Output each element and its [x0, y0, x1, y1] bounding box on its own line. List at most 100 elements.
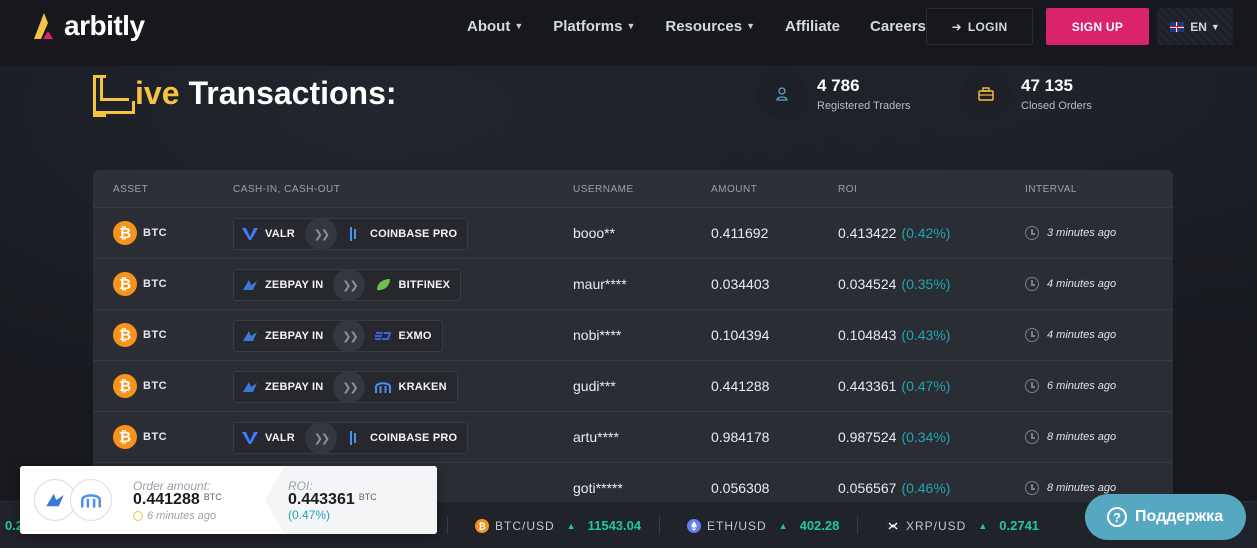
- chevron-down-icon: ▼: [514, 21, 524, 31]
- zebpay-icon: [243, 331, 257, 341]
- clock-icon: [1025, 328, 1039, 342]
- ticker-price: 402.28: [799, 518, 840, 533]
- nav-about-label: About: [467, 17, 511, 35]
- double-chevron-right-icon: ❯❯: [333, 269, 366, 301]
- stat-registered-traders: 4 786 Registered Traders: [757, 69, 911, 119]
- login-label: LOGIN: [967, 19, 1008, 34]
- nav-resources[interactable]: Resources ▼: [665, 18, 755, 35]
- roi-percent: (0.43%): [901, 327, 951, 343]
- coinbase-pro-icon: [349, 431, 356, 445]
- uk-flag-icon: [1170, 21, 1185, 32]
- interval-text: 4 minutes ago: [1047, 278, 1117, 290]
- exchange-from: ZEBPAY IN: [242, 380, 323, 394]
- column-header-interval: INTERVAL: [1025, 184, 1077, 195]
- roi-value: 0.034524: [838, 276, 897, 292]
- kraken-icon: [375, 382, 392, 393]
- briefcase-icon: [961, 69, 1011, 119]
- interval-text: 8 minutes ago: [1047, 482, 1117, 494]
- order-amount-unit: BTC: [203, 492, 222, 502]
- main-nav: About ▼ Platforms ▼ Resources ▼ Affiliat…: [467, 0, 956, 52]
- exchange-to-label: EXMO: [398, 330, 432, 342]
- username: maur****: [573, 276, 627, 292]
- asset-name: BTC: [143, 329, 168, 341]
- exchange-route: VALR ❯❯ COINBASE PRO: [233, 422, 469, 454]
- roi: 0.104843 (0.43%): [838, 327, 950, 343]
- amount: 0.411692: [711, 225, 769, 241]
- double-chevron-right-icon: ❯❯: [304, 218, 337, 250]
- stat-value: 4 786: [817, 76, 860, 95]
- roi-value: 0.104843: [838, 327, 897, 343]
- signup-label: SIGN UP: [1071, 19, 1124, 34]
- table-row: ₿ BTC VALR ❯❯ COINBASE PRO artu**** 0.98…: [93, 412, 1173, 463]
- clock-icon: [133, 511, 143, 521]
- double-chevron-right-icon: ❯❯: [304, 422, 337, 454]
- interval: 8 minutes ago: [1025, 430, 1116, 444]
- bitcoin-icon: ₿: [113, 374, 137, 398]
- transactions-table: ASSET CASH-IN, CASH-OUT USERNAME AMOUNT …: [93, 170, 1173, 510]
- amount: 0.034403: [711, 276, 770, 292]
- roi-percent: (0.47%): [288, 508, 331, 522]
- clock-icon: [1025, 430, 1039, 444]
- zebpay-icon: [243, 382, 257, 392]
- amount: 0.056308: [711, 480, 770, 496]
- bitfinex-icon: [377, 279, 391, 291]
- exchange-route: VALR ❯❯ COINBASE PRO: [233, 218, 469, 250]
- bitcoin-icon: ₿: [113, 323, 137, 347]
- stat-closed-orders: 47 135 Closed Orders: [961, 69, 1092, 119]
- valr-icon: [242, 228, 258, 240]
- nav-affiliate[interactable]: Affiliate: [785, 18, 840, 35]
- site-header: arbitly About ▼ Platforms ▼ Resources ▼ …: [0, 0, 1257, 66]
- order-notification-popup[interactable]: Order amount: 0.441288 BTC 6 minutes ago …: [20, 466, 437, 534]
- bitcoin-icon: ₿: [113, 272, 137, 296]
- valr-icon: [242, 432, 258, 444]
- ticker-item-eth: ETH/USD ▲ 402.28: [687, 518, 839, 533]
- roi-value: 0.987524: [838, 429, 897, 445]
- asset-name: BTC: [143, 227, 168, 239]
- section-title: ive Transactions:: [93, 74, 397, 117]
- roi-percent: (0.35%): [901, 276, 951, 292]
- arrow-up-icon: ▲: [778, 520, 788, 531]
- table-row: ₿ BTC ZEBPAY IN ❯❯ EXMO nobi**** 0.10439…: [93, 310, 1173, 361]
- roi-value: 0.413422: [838, 225, 897, 241]
- interval-text: 3 minutes ago: [1047, 227, 1117, 239]
- stat-value: 47 135: [1021, 76, 1073, 95]
- popup-time: 6 minutes ago: [133, 510, 216, 522]
- interval: 4 minutes ago: [1025, 277, 1116, 291]
- language-label: EN: [1190, 19, 1207, 34]
- clock-icon: [1025, 277, 1039, 291]
- nav-careers[interactable]: Careers: [870, 18, 926, 35]
- login-button[interactable]: ➜ LOGIN: [926, 8, 1033, 45]
- nav-affiliate-label: Affiliate: [785, 17, 841, 35]
- title-rest: Transactions:: [188, 74, 397, 111]
- chevron-down-icon: ▼: [1210, 21, 1220, 32]
- exchange-from-label: ZEBPAY IN: [265, 279, 324, 291]
- nav-careers-label: Careers: [870, 17, 926, 35]
- asset-name: BTC: [143, 431, 168, 443]
- clock-icon: [1025, 226, 1039, 240]
- exmo-icon: [375, 332, 392, 340]
- interval: 6 minutes ago: [1025, 379, 1116, 393]
- exchange-from: ZEBPAY IN: [242, 329, 323, 343]
- roi: 0.413422 (0.42%): [838, 225, 950, 241]
- exchange-from: ZEBPAY IN: [242, 278, 323, 292]
- nav-about[interactable]: About ▼: [467, 18, 523, 35]
- ticker-divider: [447, 516, 448, 534]
- interval-text: 8 minutes ago: [1047, 431, 1117, 443]
- support-chat-button[interactable]: ? Поддержка: [1085, 494, 1246, 540]
- exchange-to-label: KRAKEN: [398, 381, 447, 393]
- logo[interactable]: arbitly: [32, 10, 145, 42]
- chevron-down-icon: ▼: [626, 21, 636, 31]
- interval: 4 minutes ago: [1025, 328, 1116, 342]
- signup-button[interactable]: SIGN UP: [1046, 8, 1149, 45]
- nav-resources-label: Resources: [665, 17, 743, 35]
- login-arrow-icon: ➜: [951, 19, 962, 34]
- coinbase-pro-icon: [349, 227, 356, 241]
- column-header-amount: AMOUNT: [711, 184, 758, 195]
- ticker-symbol: BTC/USD: [495, 518, 555, 533]
- bitcoin-icon: ₿: [113, 221, 137, 245]
- arrow-up-icon: ▲: [978, 520, 988, 531]
- column-header-username: USERNAME: [573, 184, 634, 195]
- nav-platforms[interactable]: Platforms ▼: [553, 18, 635, 35]
- language-selector[interactable]: EN ▼: [1157, 8, 1233, 45]
- username: goti*****: [573, 480, 623, 496]
